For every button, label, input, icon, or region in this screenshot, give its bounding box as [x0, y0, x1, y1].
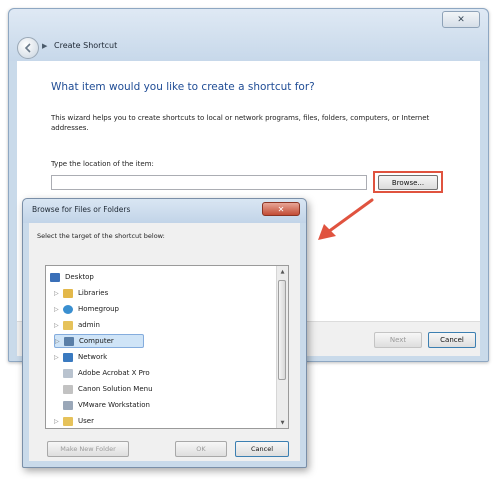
tree-item-canon-solution-menu[interactable]: Canon Solution Menu	[63, 382, 153, 396]
shortcut-icon	[63, 400, 73, 410]
back-arrow-icon	[24, 43, 31, 53]
tree-item-label: VMware Workstation	[78, 401, 150, 409]
window-close-button[interactable]: ✕	[442, 11, 480, 28]
tree-item-adobe-acrobat[interactable]: Adobe Acrobat X Pro	[63, 366, 150, 380]
tree-item-label: Canon Solution Menu	[78, 385, 153, 393]
browse-dialog: Browse for Files or Folders ✕ Select the…	[22, 198, 307, 468]
browse-dialog-title: Browse for Files or Folders	[32, 205, 131, 214]
tree-item-label: Computer	[79, 337, 114, 345]
browse-instruction: Select the target of the shortcut below:	[37, 232, 165, 240]
expand-chevron-icon[interactable]: ▷	[54, 418, 63, 425]
tree-item-label: admin	[78, 321, 100, 329]
computer-icon	[64, 336, 74, 346]
tree-item-admin[interactable]: ▷ admin	[54, 318, 100, 332]
expand-chevron-icon[interactable]: ▷	[54, 290, 63, 297]
browse-dialog-close-button[interactable]: ✕	[262, 202, 300, 216]
location-input[interactable]	[51, 175, 367, 190]
tree-item-vmware-workstation[interactable]: VMware Workstation	[63, 398, 150, 412]
ok-button[interactable]: OK	[175, 441, 227, 457]
tree-item-user[interactable]: ▷ User	[54, 414, 94, 428]
tree-item-desktop[interactable]: Desktop	[50, 270, 94, 284]
tree-item-label: Network	[78, 353, 108, 361]
back-button[interactable]	[17, 37, 39, 59]
shortcut-icon	[63, 384, 73, 394]
homegroup-icon	[63, 304, 73, 314]
tree-item-homegroup[interactable]: ▷ Homegroup	[54, 302, 119, 316]
tree-item-label: Homegroup	[78, 305, 120, 313]
wizard-heading: What item would you like to create a sho…	[51, 81, 315, 93]
scroll-thumb[interactable]	[278, 280, 286, 380]
expand-chevron-icon[interactable]: ▷	[54, 306, 63, 313]
breadcrumb-arrow-icon: ▶	[42, 42, 48, 50]
tree-item-label: Desktop	[65, 273, 94, 281]
shortcut-icon	[63, 368, 73, 378]
window-chrome	[9, 9, 488, 61]
wizard-description: This wizard helps you to create shortcut…	[51, 114, 430, 132]
folder-tree[interactable]: Desktop ▷ Libraries ▷ Homegroup ▷ admin …	[45, 265, 289, 429]
browse-dialog-body: Select the target of the shortcut below:…	[29, 223, 300, 461]
expand-chevron-icon[interactable]: ▷	[55, 338, 64, 345]
tree-item-label: Libraries	[78, 289, 109, 297]
browse-button[interactable]: Browse...	[378, 175, 438, 190]
folder-icon	[63, 416, 73, 426]
scroll-down-icon[interactable]: ▼	[277, 417, 288, 428]
location-label: Type the location of the item:	[51, 160, 154, 168]
annotation-arrow-icon	[318, 198, 374, 240]
scroll-up-icon[interactable]: ▲	[277, 266, 288, 277]
tree-item-libraries[interactable]: ▷ Libraries	[54, 286, 108, 300]
network-icon	[63, 352, 73, 362]
window-title: Create Shortcut	[54, 41, 118, 50]
tree-item-network[interactable]: ▷ Network	[54, 350, 107, 364]
make-new-folder-button[interactable]: Make New Folder	[47, 441, 129, 457]
user-folder-icon	[63, 320, 73, 330]
libraries-icon	[63, 288, 73, 298]
tree-item-label: Adobe Acrobat X Pro	[78, 369, 150, 377]
next-button[interactable]: Next	[374, 332, 422, 348]
expand-chevron-icon[interactable]: ▷	[54, 354, 63, 361]
browse-cancel-button[interactable]: Cancel	[235, 441, 289, 457]
expand-chevron-icon[interactable]: ▷	[54, 322, 63, 329]
tree-item-computer[interactable]: ▷ Computer	[54, 334, 144, 348]
tree-scrollbar[interactable]: ▲ ▼	[276, 266, 288, 428]
cancel-button[interactable]: Cancel	[428, 332, 476, 348]
desktop-icon	[50, 272, 60, 282]
tree-item-label: User	[78, 417, 94, 425]
